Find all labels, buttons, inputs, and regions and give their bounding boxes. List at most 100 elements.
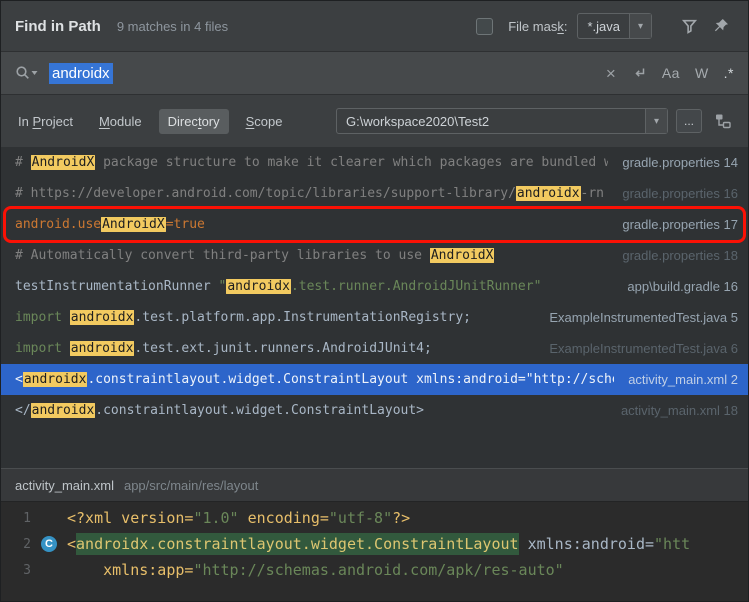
result-row[interactable]: </androidx.constraintlayout.widget.Const… xyxy=(1,395,748,426)
filter-icon xyxy=(681,19,697,34)
result-file-label: gradle.properties 18 xyxy=(622,248,738,263)
tab-label-post: cope xyxy=(254,113,283,129)
result-file-label: activity_main.xml 18 xyxy=(620,403,738,418)
folder-tree-icon xyxy=(716,114,731,129)
newline-icon[interactable] xyxy=(631,65,647,81)
gutter: C xyxy=(31,536,67,552)
tab-label-mnemonic: P xyxy=(32,113,42,129)
result-row[interactable]: <androidx.constraintlayout.widget.Constr… xyxy=(1,364,748,395)
code-segment: < xyxy=(67,535,77,553)
match-summary: 9 matches in 4 files xyxy=(116,18,229,34)
result-file-label: gradle.properties 17 xyxy=(622,217,738,232)
match-highlight: AndroidX xyxy=(429,248,495,263)
code-segment: <?xml version= xyxy=(67,509,194,527)
class-gutter-icon[interactable]: C xyxy=(41,536,57,552)
result-text: testInstrumentationRunner "androidx.test… xyxy=(15,279,613,294)
result-text: import androidx.test.ext.junit.runners.A… xyxy=(15,341,535,356)
code-segment: "http://schemas.android.com/apk/res-auto… xyxy=(193,561,564,579)
directory-path-value: G:\workspace2020\Test2 xyxy=(346,113,490,129)
tab-label-mnemonic: S xyxy=(245,113,255,129)
match-highlight: AndroidX xyxy=(30,155,96,170)
tab-label-pre: In xyxy=(18,113,33,129)
result-file-label: activity_main.xml 2 xyxy=(628,372,738,387)
editor-line[interactable]: 1 <?xml version="1.0" encoding="utf-8"?> xyxy=(1,505,748,531)
search-field-actions: × Aa W .* xyxy=(606,65,734,82)
title-row: Find in Path 9 matches in 4 files File m… xyxy=(1,1,748,51)
code-segment: android.use xyxy=(15,217,102,232)
scope-tab-scope[interactable]: Scope xyxy=(237,109,292,134)
result-row[interactable]: import androidx.test.ext.junit.runners.A… xyxy=(1,333,748,364)
code-segment: "1.0" xyxy=(193,509,239,527)
result-row[interactable]: import androidx.test.platform.app.Instru… xyxy=(1,302,748,333)
match-highlight: androidx xyxy=(69,310,135,325)
directory-path-combo[interactable]: G:\workspace2020\Test2 ▾ xyxy=(336,108,668,134)
clear-icon[interactable]: × xyxy=(606,65,616,82)
result-text: android.useAndroidX=true xyxy=(15,217,608,232)
regex-toggle[interactable]: .* xyxy=(724,65,734,81)
code-segment: xmlns:android= xyxy=(518,535,655,553)
tab-label-mnemonic: M xyxy=(98,113,110,129)
match-highlight: androidx xyxy=(69,341,135,356)
result-file-label: ExampleInstrumentedTest.java 6 xyxy=(549,341,738,356)
code-segment: .test.platform.app.InstrumentationRegist… xyxy=(134,310,471,325)
match-highlight: androidx xyxy=(226,279,291,294)
editor-line[interactable]: 2 C <androidx.constraintlayout.widget.Cons… xyxy=(1,531,748,557)
folder-tree-button[interactable] xyxy=(710,108,736,134)
pin-button[interactable] xyxy=(708,13,734,39)
code-segment: xmlns:app= xyxy=(103,561,194,579)
result-file-label: ExampleInstrumentedTest.java 5 xyxy=(549,310,738,325)
result-row[interactable]: # Automatically convert third-party libr… xyxy=(1,240,748,271)
code-segment: testInstrumentationRunner xyxy=(15,279,219,294)
match-highlight: androidx xyxy=(515,186,581,201)
code-segment: "htt xyxy=(654,535,691,553)
filter-button[interactable] xyxy=(676,13,702,39)
line-number: 3 xyxy=(23,562,31,578)
scope-tabs: In Project Module Directory Scope xyxy=(9,108,292,134)
match-case-toggle[interactable]: Aa xyxy=(662,65,680,81)
scope-tab-module[interactable]: Module xyxy=(90,109,151,134)
result-row[interactable]: # AndroidX package structure to make it … xyxy=(1,147,748,178)
match-highlight: androidx xyxy=(22,372,88,387)
editor-line[interactable]: 3 xmlns:app="http://schemas.android.com/… xyxy=(1,557,748,583)
words-toggle[interactable]: W xyxy=(695,65,709,81)
search-icon[interactable] xyxy=(15,65,39,81)
match-highlight: androidx xyxy=(30,403,96,418)
preview-file-name: activity_main.xml xyxy=(15,477,114,493)
result-file-label: app\build.gradle 16 xyxy=(627,279,738,294)
code-segment: import xyxy=(15,341,70,356)
code-segment: .test.runner.AndroidJUnitRunner" xyxy=(290,279,542,294)
file-mask-checkbox[interactable] xyxy=(476,17,494,35)
file-mask-value: *.java xyxy=(587,18,620,34)
code-segment: package structure to make it clearer whi… xyxy=(95,155,609,170)
code-line: <?xml version="1.0" encoding="utf-8"?> xyxy=(67,509,410,527)
result-text: # Automatically convert third-party libr… xyxy=(15,248,608,263)
file-mask-combo[interactable]: *.java ▾ xyxy=(577,13,652,39)
chevron-down-icon: ▾ xyxy=(645,109,667,133)
tab-label-post: odule xyxy=(109,113,142,129)
line-number: 2 xyxy=(23,536,31,552)
result-row[interactable]: testInstrumentationRunner "androidx.test… xyxy=(1,271,748,302)
code-segment: .constraintlayout.widget.ConstraintLayou… xyxy=(95,403,425,418)
search-row: androidx × Aa W .* xyxy=(1,51,748,95)
scope-tab-in-project[interactable]: In Project xyxy=(9,109,82,134)
code-segment: encoding= xyxy=(238,509,329,527)
code-segment: androidx.constraintlayout.widget.Constra… xyxy=(76,533,519,555)
result-text: # https://developer.android.com/topic/li… xyxy=(15,186,608,201)
chevron-down-icon: ▾ xyxy=(629,14,651,38)
result-file-label: gradle.properties 16 xyxy=(622,186,738,201)
result-row[interactable]: android.useAndroidX=true gradle.propertie… xyxy=(1,206,748,243)
browse-button[interactable]: ... xyxy=(676,109,702,133)
tab-label-pre: Direc xyxy=(167,113,198,129)
result-row[interactable]: # https://developer.android.com/topic/li… xyxy=(1,178,748,209)
search-input[interactable]: androidx xyxy=(49,62,113,84)
preview-file-path: app/src/main/res/layout xyxy=(123,477,259,493)
scope-tab-directory[interactable]: Directory xyxy=(158,108,229,134)
editor-preview[interactable]: 1 <?xml version="1.0" encoding="utf-8"?> 2… xyxy=(1,502,748,601)
results-list: # AndroidX package structure to make it … xyxy=(1,147,748,468)
directory-controls: G:\workspace2020\Test2 ▾ ... xyxy=(336,108,736,134)
result-file-label: gradle.properties 14 xyxy=(622,155,738,170)
preview-header: activity_main.xml app/src/main/res/layou… xyxy=(1,468,748,502)
result-text: </androidx.constraintlayout.widget.Const… xyxy=(15,403,607,418)
code-segment: =true xyxy=(165,217,205,232)
pin-icon xyxy=(714,19,728,32)
